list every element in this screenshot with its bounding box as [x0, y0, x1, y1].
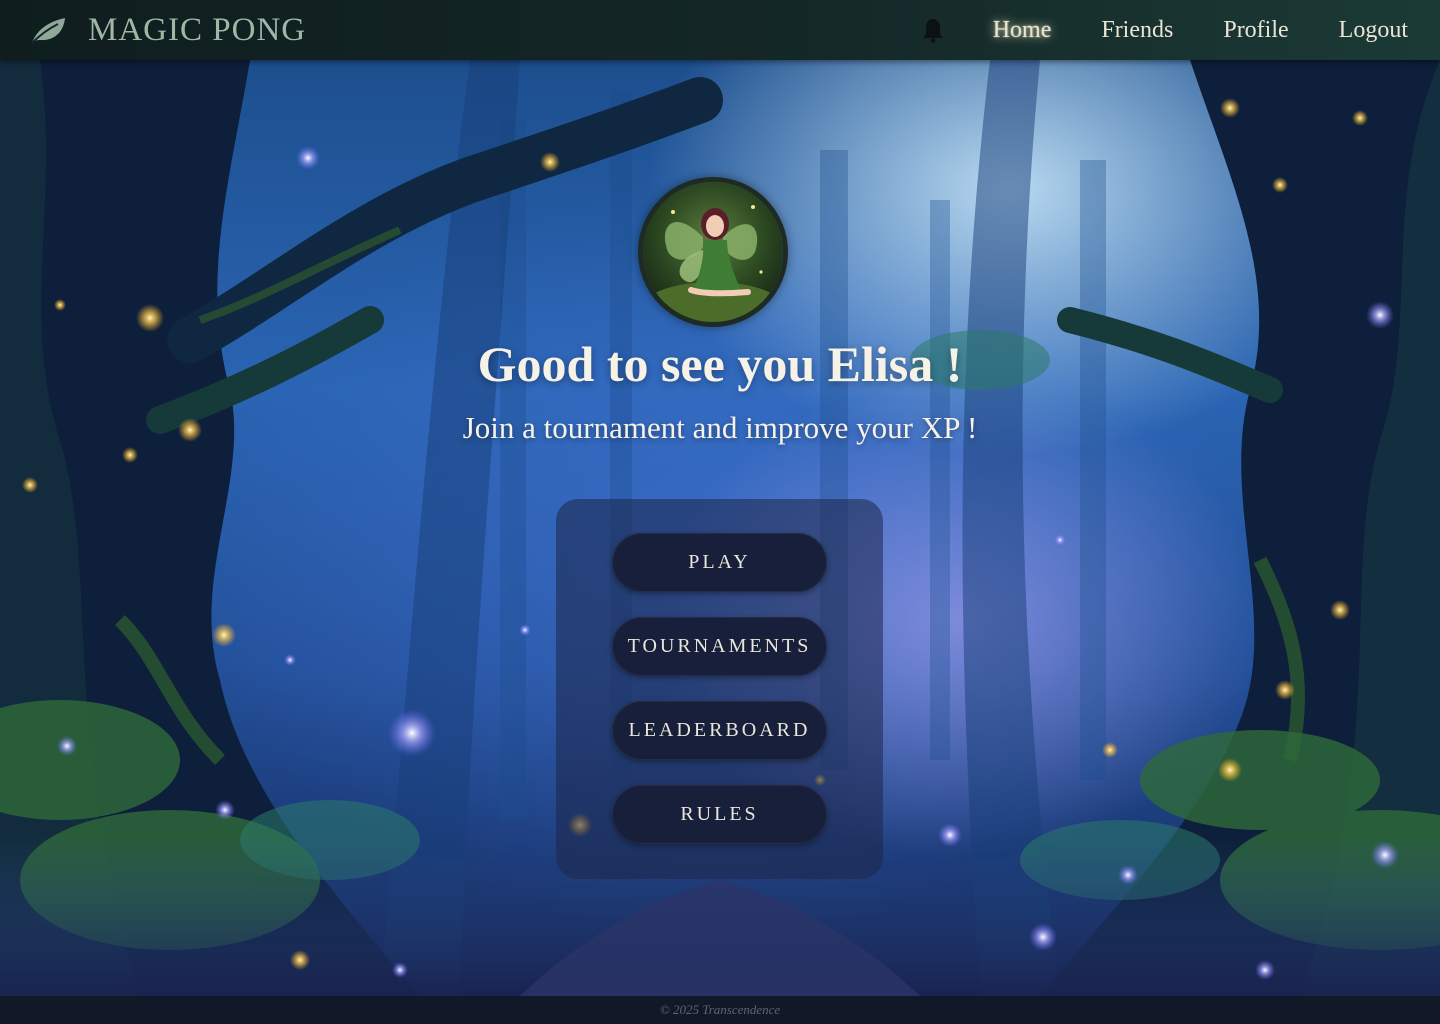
nav-link-logout[interactable]: Logout: [1339, 17, 1408, 44]
bell-icon[interactable]: [921, 17, 947, 43]
footer: © 2025 Transcendence: [0, 996, 1440, 1024]
nav-link-profile[interactable]: Profile: [1223, 17, 1288, 44]
user-avatar[interactable]: [638, 177, 788, 327]
rules-button[interactable]: RULES: [612, 785, 827, 844]
brand-title: MAGIC PONG: [88, 11, 307, 48]
main-nav: Home Friends Profile Logout: [921, 17, 1408, 44]
nav-link-friends[interactable]: Friends: [1101, 17, 1173, 44]
footer-copyright: © 2025 Transcendence: [659, 1002, 781, 1017]
leaderboard-button[interactable]: LEADERBOARD: [612, 701, 827, 760]
brand[interactable]: MAGIC PONG: [28, 12, 306, 49]
leaf-icon: [31, 18, 65, 44]
tournaments-button[interactable]: TOURNAMENTS: [612, 617, 827, 676]
navbar: MAGIC PONG Home Friends Profile Logout: [0, 0, 1440, 60]
nav-link-home[interactable]: Home: [993, 17, 1052, 44]
play-button[interactable]: PLAY: [612, 533, 827, 592]
fairy-avatar: [643, 182, 783, 322]
greeting-title: Good to see you Elisa !: [477, 336, 963, 392]
greeting-subtitle: Join a tournament and improve your XP !: [462, 410, 978, 445]
main-menu-panel: PLAY TOURNAMENTS LEADERBOARD RULES: [556, 499, 883, 879]
